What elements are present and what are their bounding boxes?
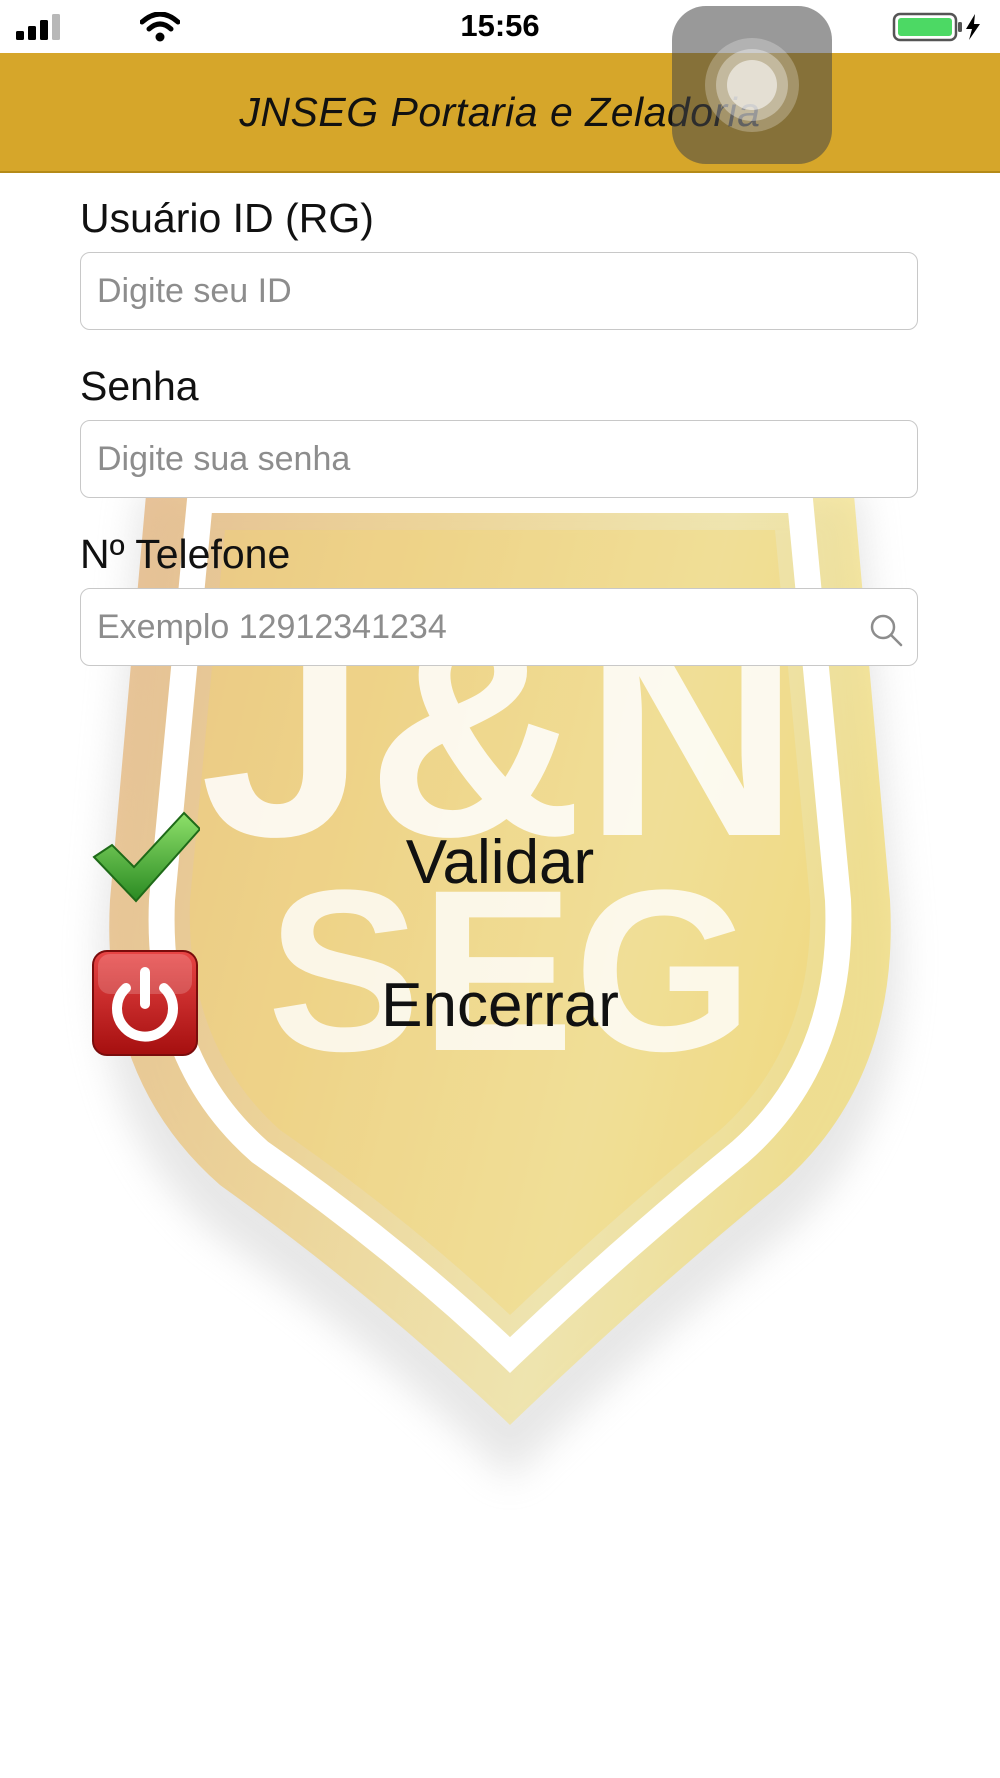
status-bar: 15:56: [0, 0, 1000, 53]
user-id-label: Usuário ID (RG): [80, 195, 374, 241]
app-header: JNSEG Portaria e Zeladoria: [0, 53, 1000, 173]
password-input[interactable]: [80, 420, 918, 498]
phone-search-input[interactable]: [80, 588, 918, 666]
charging-icon: [966, 14, 980, 40]
assistive-touch-button[interactable]: [672, 6, 832, 164]
validate-button[interactable]: Validar: [80, 805, 920, 915]
phone-label: Nº Telefone: [80, 531, 291, 577]
close-button[interactable]: Encerrar: [80, 948, 920, 1058]
battery-icon: [892, 12, 980, 42]
password-label: Senha: [80, 363, 199, 409]
page-title: JNSEG Portaria e Zeladoria: [239, 89, 761, 135]
user-id-input[interactable]: [80, 252, 918, 330]
close-label: Encerrar: [381, 971, 619, 1040]
validate-label: Validar: [405, 828, 595, 897]
search-icon[interactable]: [866, 610, 906, 650]
status-time: 15:56: [460, 8, 540, 43]
